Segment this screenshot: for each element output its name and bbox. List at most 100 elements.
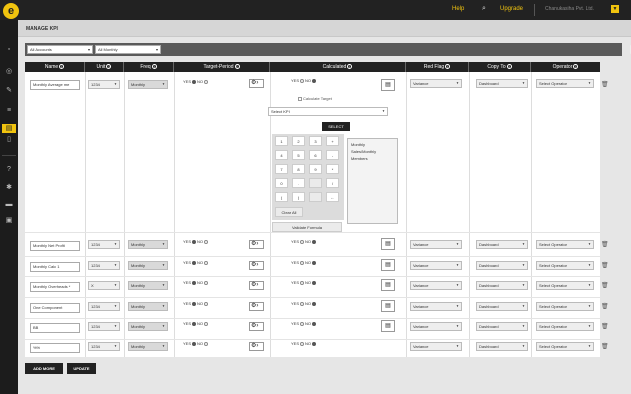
radio-no[interactable]: [204, 280, 209, 285]
unit-select[interactable]: 1234 ▼: [88, 261, 120, 270]
key[interactable]: 7: [275, 164, 288, 174]
frequency-filter[interactable]: All Monthly ▾: [95, 45, 161, 54]
delete-row-icon[interactable]: 🗑: [601, 343, 609, 350]
key[interactable]: 8: [292, 164, 305, 174]
key[interactable]: *: [326, 164, 339, 174]
target-settings-icon[interactable]: ⚙›: [249, 322, 264, 331]
info-icon[interactable]: i: [445, 64, 451, 70]
copy-to-select[interactable]: Dashboard ▼: [476, 240, 528, 249]
kpi-list-item[interactable]: Sales/Monthly: [351, 149, 376, 154]
target-period-radio[interactable]: YES NO: [183, 260, 209, 265]
radio-no[interactable]: [312, 239, 317, 244]
info-icon[interactable]: i: [151, 64, 157, 70]
calculated-radio[interactable]: YES NO: [291, 78, 317, 83]
calculated-radio[interactable]: YES NO: [291, 321, 317, 326]
kpi-list[interactable]: Monthly Sales/Monthly Members: [347, 138, 398, 224]
search-icon[interactable]: ⌕: [482, 5, 486, 13]
radio-no[interactable]: [204, 79, 209, 84]
red-flag-select[interactable]: Variance ▼: [410, 261, 462, 270]
radio-yes[interactable]: [192, 260, 197, 265]
target-period-radio[interactable]: YES NO: [183, 280, 209, 285]
operator-select[interactable]: Select Operator ▼: [536, 79, 594, 88]
kpi-name-input[interactable]: One Component: [30, 303, 80, 313]
key[interactable]: 4: [275, 150, 288, 160]
freq-select[interactable]: Monthly ▼: [128, 261, 168, 270]
app-logo[interactable]: e: [3, 3, 19, 19]
radio-no[interactable]: [204, 260, 209, 265]
kpi-name-input[interactable]: %%: [30, 343, 80, 353]
calculated-radio[interactable]: YES NO: [291, 239, 317, 244]
document-icon[interactable]: ▫: [4, 45, 14, 54]
red-flag-select[interactable]: Variance ▼: [410, 79, 462, 88]
copy-to-select[interactable]: Dashboard ▼: [476, 281, 528, 290]
company-name[interactable]: Chanukasiha Pvt. Ltd.: [545, 6, 594, 12]
calculator-icon[interactable]: ▤: [381, 79, 395, 91]
red-flag-select[interactable]: Variance ▼: [410, 322, 462, 331]
radio-no[interactable]: [312, 341, 317, 346]
clear-all-button[interactable]: Clear All: [275, 207, 303, 217]
company-dropdown-icon[interactable]: ▼: [611, 5, 619, 13]
kpi-name-input[interactable]: Monthly Overheads *: [30, 282, 80, 292]
unit-select[interactable]: 1234 ▼: [88, 240, 120, 249]
calculator-icon[interactable]: ▤: [381, 238, 395, 250]
target-period-radio[interactable]: YES NO: [183, 239, 209, 244]
copy-to-select[interactable]: Dashboard ▼: [476, 302, 528, 311]
operator-select[interactable]: Select Operator ▼: [536, 302, 594, 311]
freq-select[interactable]: Monthly ▼: [128, 240, 168, 249]
radio-no[interactable]: [312, 78, 317, 83]
delete-row-icon[interactable]: 🗑: [601, 323, 609, 330]
red-flag-select[interactable]: Variance ▼: [410, 281, 462, 290]
unit-select[interactable]: 1234 ▼: [88, 80, 120, 89]
delete-row-icon[interactable]: 🗑: [601, 303, 609, 310]
info-icon[interactable]: i: [573, 64, 579, 70]
calculator-icon[interactable]: ▤: [381, 300, 395, 312]
target-settings-icon[interactable]: ⚙›: [249, 79, 264, 88]
help-icon[interactable]: ?: [4, 165, 14, 174]
radio-no[interactable]: [204, 239, 209, 244]
list-icon[interactable]: ≡: [4, 106, 14, 115]
radio-yes[interactable]: [300, 301, 305, 306]
kpi-icon[interactable]: ▤: [2, 124, 16, 133]
target-settings-icon[interactable]: ⚙›: [249, 281, 264, 290]
target-period-radio[interactable]: YES NO: [183, 321, 209, 326]
add-more-button[interactable]: ADD MORE: [25, 363, 63, 374]
help-link[interactable]: Help: [452, 6, 464, 12]
radio-yes[interactable]: [300, 321, 305, 326]
key[interactable]: -: [326, 150, 339, 160]
freq-select[interactable]: Monthly ▼: [128, 322, 168, 331]
upgrade-link[interactable]: Upgrade: [500, 6, 523, 12]
delete-row-icon[interactable]: 🗑: [601, 81, 609, 88]
target-settings-icon[interactable]: ⚙›: [249, 240, 264, 249]
kpi-list-item[interactable]: Monthly: [351, 142, 365, 147]
key[interactable]: .: [292, 178, 305, 188]
key[interactable]: 6: [309, 150, 322, 160]
gift-icon[interactable]: ▣: [4, 216, 14, 225]
unit-select[interactable]: 1234 ▼: [88, 342, 120, 351]
copy-to-select[interactable]: Dashboard ▼: [476, 342, 528, 351]
key[interactable]: 3: [309, 136, 322, 146]
radio-no[interactable]: [312, 321, 317, 326]
calculate-target-checkbox[interactable]: Calculate Target: [298, 96, 332, 101]
info-icon[interactable]: i: [59, 64, 65, 70]
kpi-name-input[interactable]: Monthly Calc 1: [30, 262, 80, 272]
target-settings-icon[interactable]: ⚙›: [249, 342, 264, 351]
calculated-radio[interactable]: YES NO: [291, 260, 317, 265]
target-icon[interactable]: ◎: [4, 67, 14, 76]
operator-select[interactable]: Select Operator ▼: [536, 342, 594, 351]
calculated-radio[interactable]: YES NO: [291, 301, 317, 306]
delete-row-icon[interactable]: 🗑: [601, 282, 609, 289]
unit-select[interactable]: 1234 ▼: [88, 302, 120, 311]
operator-select[interactable]: Select Operator ▼: [536, 240, 594, 249]
department-filter[interactable]: All Accounts ▾: [27, 45, 93, 54]
info-icon[interactable]: i: [506, 64, 512, 70]
select-button[interactable]: SELECT: [322, 122, 350, 131]
info-icon[interactable]: i: [106, 64, 112, 70]
calculator-icon[interactable]: ▤: [381, 279, 395, 291]
key[interactable]: 5: [292, 150, 305, 160]
chat-icon[interactable]: ▬: [4, 200, 14, 209]
operator-select[interactable]: Select Operator ▼: [536, 261, 594, 270]
key[interactable]: /: [326, 178, 339, 188]
radio-yes[interactable]: [192, 280, 197, 285]
copy-to-select[interactable]: Dashboard ▼: [476, 79, 528, 88]
radio-no[interactable]: [204, 301, 209, 306]
